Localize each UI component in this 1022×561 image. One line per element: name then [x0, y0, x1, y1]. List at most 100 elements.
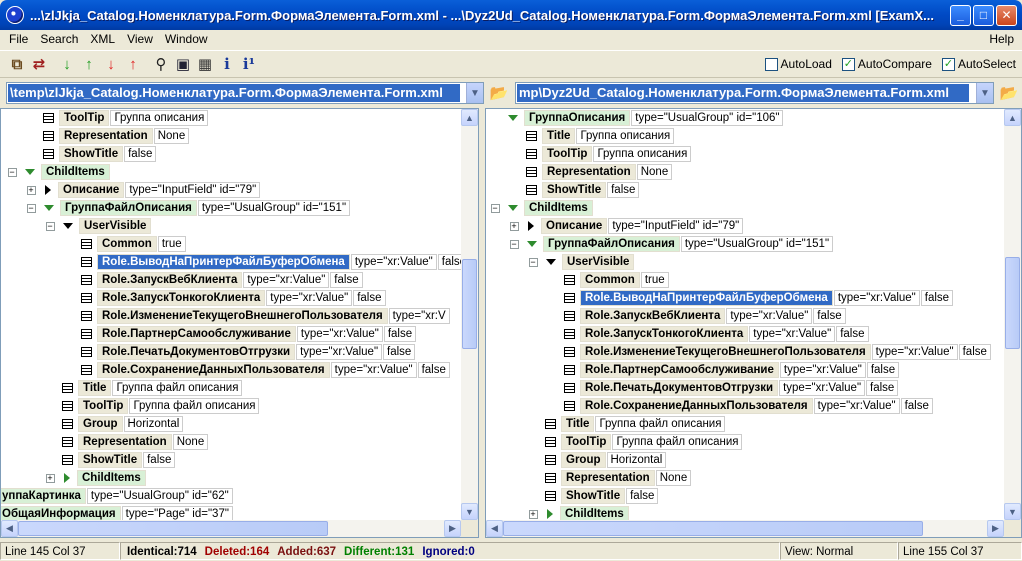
title-bar[interactable]: ...\zlJkja_Catalog.Номенклатура.Form.Фор… [0, 0, 1022, 30]
expand-icon[interactable]: + [505, 217, 523, 235]
right-scroll-right-icon[interactable]: ▶ [987, 520, 1004, 537]
node-name[interactable]: ГруппаОписания [524, 110, 631, 126]
autoselect-box[interactable]: ✓ [941, 57, 955, 71]
left-tree-pane[interactable]: ToolTip Группа описания Representation None… [0, 108, 479, 538]
next-change-green-down-icon[interactable]: ↓ [56, 53, 78, 75]
tree-row[interactable]: Role.ЗапускВебКлиента type="xr:Value" fals… [60, 271, 363, 289]
tree-row[interactable]: Representation None [41, 433, 209, 451]
node-name[interactable]: ShowTitle [561, 488, 626, 504]
tree-row[interactable]: Role.ИзменениеТекущегоВнешнегоПользовате… [543, 343, 991, 361]
node-name[interactable]: ToolTip [561, 434, 612, 450]
node-name[interactable]: Описание [58, 182, 125, 198]
right-path-combo[interactable]: mp\Dyz2Ud_Catalog.Номенклатура.Form.Форм… [515, 82, 994, 104]
expand-icon[interactable]: + [41, 469, 59, 487]
left-horizontal-scrollbar[interactable]: ◀ ▶ [1, 520, 461, 537]
tree-row[interactable]: Role.ПартнерСамообслуживание type="xr:Val… [60, 325, 417, 343]
node-name[interactable]: ToolTip [542, 146, 593, 162]
prev-change-green-up-icon[interactable]: ↑ [78, 53, 100, 75]
node-name[interactable]: ChildItems [524, 200, 593, 216]
tree-row[interactable]: Role.СохранениеДанныхПользователя type="x… [60, 361, 450, 379]
node-name[interactable]: Title [561, 416, 595, 432]
node-name[interactable]: Role.ВыводНаПринтерФайлБуферОбмена [580, 290, 833, 306]
menu-search[interactable]: Search [34, 32, 84, 46]
tree-row[interactable]: Role.ПечатьДокументовОтгрузки type="xr:Va… [543, 379, 899, 397]
node-name[interactable]: ChildItems [560, 506, 629, 520]
right-path-text[interactable]: mp\Dyz2Ud_Catalog.Номенклатура.Form.Форм… [517, 84, 969, 102]
tree-row[interactable]: Common true [543, 271, 669, 289]
collapse-icon[interactable]: − [505, 235, 523, 253]
node-name[interactable]: Representation [78, 434, 172, 450]
tree-row[interactable]: ShowTitle false [22, 145, 157, 163]
node-name[interactable]: Описание [541, 218, 608, 234]
node-name[interactable]: Common [97, 236, 157, 252]
tree-row[interactable]: + ChildItems [524, 505, 629, 520]
tree-row[interactable]: − ChildItems [3, 163, 110, 181]
tree-row[interactable]: Representation None [505, 163, 673, 181]
node-name[interactable]: ToolTip [78, 398, 129, 414]
tree-row[interactable]: ShowTitle false [505, 181, 640, 199]
tree-row[interactable]: ShowTitle false [524, 487, 659, 505]
right-combo-chevron-down-icon[interactable]: ▼ [976, 83, 993, 103]
tree-row[interactable]: ToolTip Группа описания [505, 145, 692, 163]
minimize-button[interactable]: _ [950, 4, 971, 26]
maximize-button[interactable]: □ [973, 4, 994, 26]
node-name[interactable]: Group [78, 416, 123, 432]
tree-row[interactable]: ГруппаОписания type="UsualGroup" id="106" [486, 109, 784, 127]
collapse-icon[interactable]: − [3, 163, 21, 181]
node-name[interactable]: ShowTitle [78, 452, 143, 468]
tree-row[interactable]: Group Horizontal [524, 451, 667, 469]
collapse-icon[interactable]: − [524, 253, 542, 271]
node-name[interactable]: ГруппаФайлОписания [543, 236, 680, 252]
node-name[interactable]: Role.ПартнерСамообслуживание [580, 362, 779, 378]
right-tree-pane[interactable]: ГруппаОписания type="UsualGroup" id="106"… [485, 108, 1022, 538]
grid-icon[interactable]: ▦ [194, 53, 216, 75]
node-name[interactable]: UserVisible [562, 254, 635, 270]
right-horizontal-scrollbar[interactable]: ◀ ▶ [486, 520, 1004, 537]
node-name[interactable]: Group [561, 452, 606, 468]
right-open-folder-icon[interactable]: 📂 [998, 82, 1020, 104]
node-name[interactable]: Representation [542, 164, 636, 180]
tree-row[interactable]: − UserVisible [41, 217, 152, 235]
node-name[interactable]: Role.ВыводНаПринтерФайлБуферОбмена [97, 254, 350, 270]
node-name[interactable]: ToolTip [59, 110, 110, 126]
node-name[interactable]: ГруппаФайлОписания [60, 200, 197, 216]
node-name[interactable]: Representation [59, 128, 153, 144]
tree-row[interactable]: уппаКартинка type="UsualGroup" id="62" [1, 487, 233, 505]
tree-row[interactable]: Role.ПартнерСамообслуживание type="xr:Val… [543, 361, 900, 379]
right-scroll-up-icon[interactable]: ▲ [1004, 109, 1021, 126]
node-name[interactable]: UserVisible [79, 218, 152, 234]
tree-row[interactable]: Group Horizontal [41, 415, 184, 433]
tree-row[interactable]: Role.ПечатьДокументовОтгрузки type="xr:Va… [60, 343, 416, 361]
left-scroll-thumb[interactable] [462, 259, 477, 349]
node-name[interactable]: Role.ПечатьДокументовОтгрузки [97, 344, 296, 360]
left-open-folder-icon[interactable]: 📂 [488, 82, 510, 104]
tree-row[interactable]: ToolTip Группа файл описания [41, 397, 260, 415]
node-name[interactable]: ChildItems [41, 164, 110, 180]
node-name[interactable]: Role.ПартнерСамообслуживание [97, 326, 296, 342]
left-tree[interactable]: ToolTip Группа описания Representation None… [1, 109, 461, 520]
menu-view[interactable]: View [121, 32, 159, 46]
left-combo-chevron-down-icon[interactable]: ▼ [466, 83, 483, 103]
collapse-icon[interactable]: − [486, 199, 504, 217]
tree-row[interactable]: + ChildItems [41, 469, 146, 487]
node-name[interactable]: ChildItems [77, 470, 146, 486]
node-name[interactable]: Role.ПечатьДокументовОтгрузки [580, 380, 779, 396]
tree-row[interactable]: + Описание type="InputField" id="79" [22, 181, 261, 199]
expand-icon[interactable]: + [22, 181, 40, 199]
tree-row[interactable]: Role.ВыводНаПринтерФайлБуферОбмена type="… [60, 253, 461, 271]
tree-row[interactable]: Representation None [22, 127, 190, 145]
node-name[interactable]: Role.ИзменениеТекущегоВнешнегоПользовате… [97, 308, 388, 324]
tree-row[interactable]: ShowTitle false [41, 451, 176, 469]
recompare-icon[interactable]: ⇄ [28, 53, 50, 75]
autoselect-checkbox[interactable]: ✓ AutoSelect [941, 57, 1016, 71]
node-name[interactable]: Common [580, 272, 640, 288]
tree-row[interactable]: ToolTip Группа описания [22, 109, 209, 127]
next-change-red-down-icon[interactable]: ↓ [100, 53, 122, 75]
tree-row[interactable]: − UserVisible [524, 253, 635, 271]
close-button[interactable]: ✕ [996, 4, 1017, 26]
node-name[interactable]: уппаКартинка [1, 488, 86, 504]
right-scroll-down-icon[interactable]: ▼ [1004, 503, 1021, 520]
left-hscroll-thumb[interactable] [18, 521, 328, 536]
tree-row[interactable]: Role.ЗапускВебКлиента type="xr:Value" fals… [543, 307, 846, 325]
compare-icon[interactable]: ⧉ [6, 53, 28, 75]
